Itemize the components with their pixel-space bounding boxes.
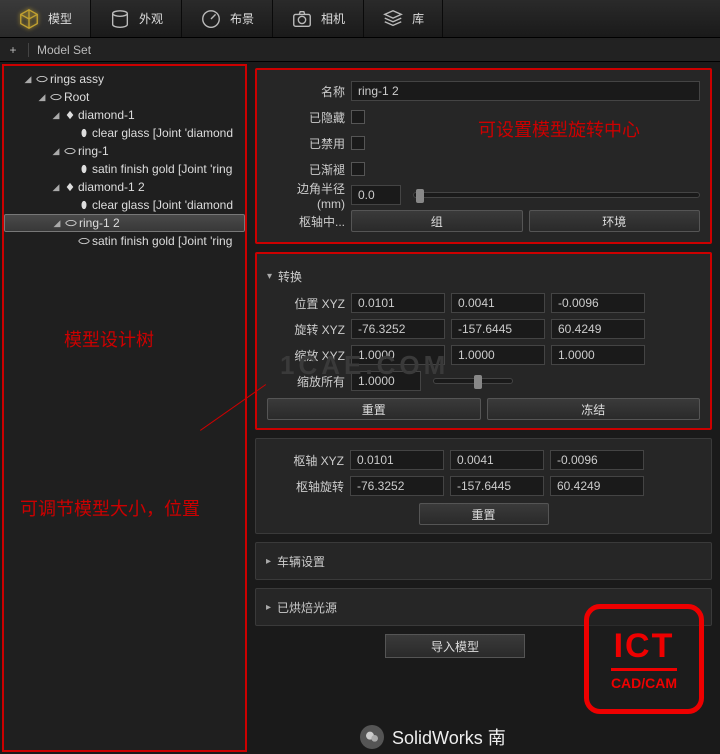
modelset-label[interactable]: Model Set [37,43,91,57]
tree-item[interactable]: clear glass [Joint 'diamond [4,196,245,214]
radius-label: 边角半径 (mm) [267,180,345,211]
name-label: 名称 [267,83,345,100]
tab-label: 布景 [230,10,254,27]
radius-input[interactable] [351,185,401,205]
rot-z[interactable] [551,319,645,339]
scale-y[interactable] [451,345,545,365]
annotation-tree: 模型设计树 [64,326,154,352]
tab-label: 相机 [321,10,345,27]
tree-item[interactable]: satin finish gold [Joint 'ring [4,160,245,178]
radius-slider[interactable] [413,192,700,198]
footer: SolidWorks 南 [360,724,506,750]
pivot-y[interactable] [450,450,544,470]
tab-appearance[interactable]: 外观 [91,0,182,37]
name-panel: 可设置模型旋转中心 名称 已隐藏 已禁用 已渐褪 边角半径 (mm) 枢轴中..… [255,68,712,244]
rot-y[interactable] [451,319,545,339]
tree-item[interactable]: ◢rings assy [4,70,245,88]
pivot-x[interactable] [350,450,444,470]
logo-small: CAD/CAM [611,668,677,691]
ict-logo: ICT CAD/CAM [584,604,704,714]
tab-label: 外观 [139,10,163,27]
tree-item[interactable]: ◢Root [4,88,245,106]
disabled-label: 已禁用 [267,135,345,152]
disabled-checkbox[interactable] [351,136,365,150]
import-model-button[interactable]: 导入模型 [385,634,525,658]
scale-x[interactable] [351,345,445,365]
add-button[interactable]: + [6,43,20,57]
tree-item-selected[interactable]: ◢ring-1 2 [4,214,245,232]
pivot-panel: 枢轴 XYZ 枢轴旋转 重置 [255,438,712,534]
pos-label: 位置 XYZ [267,295,345,312]
tree-item[interactable]: ◢ring-1 [4,142,245,160]
camera-icon [291,8,313,30]
rot-x[interactable] [351,319,445,339]
sub-bar: + Model Set [0,38,720,62]
pos-z[interactable] [551,293,645,313]
logo-big: ICT [614,627,675,666]
tree-item[interactable]: clear glass [Joint 'diamond [4,124,245,142]
rot-label: 旋转 XYZ [267,321,345,338]
tree-item[interactable]: ◢diamond-1 [4,106,245,124]
model-tree: ◢rings assy ◢Root ◢diamond-1 clear glass… [4,70,245,250]
model-tree-panel: ◢rings assy ◢Root ◢diamond-1 clear glass… [2,64,247,752]
tab-camera[interactable]: 相机 [273,0,364,37]
tab-label: 库 [412,10,424,27]
vehicle-section[interactable]: ▸车辆设置 [255,542,712,580]
scale-all-label: 缩放所有 [267,373,345,390]
hidden-checkbox[interactable] [351,110,365,124]
tree-item[interactable]: ◢diamond-1 2 [4,178,245,196]
transform-panel: ▾转换 位置 XYZ 旋转 XYZ 缩放 XYZ 缩放所有 重置 冻结 [255,252,712,430]
name-input[interactable] [351,81,700,101]
reset-button[interactable]: 重置 [267,398,481,420]
group-button[interactable]: 组 [351,210,523,232]
db-icon [109,8,131,30]
scale-all-input[interactable] [351,371,421,391]
faded-checkbox[interactable] [351,162,365,176]
tree-item[interactable]: satin finish gold [Joint 'ring [4,232,245,250]
pivot-reset-button[interactable]: 重置 [419,503,549,525]
stack-icon [382,8,404,30]
hidden-label: 已隐藏 [267,109,345,126]
scale-all-slider[interactable] [433,378,513,384]
pivot-center-label: 枢轴中... [267,213,345,230]
divider [28,43,29,57]
gauge-icon [200,8,222,30]
top-tab-bar: 模型 外观 布景 相机 库 [0,0,720,38]
annotation-adjust: 可调节模型大小，位置 [20,495,200,521]
tab-library[interactable]: 库 [364,0,443,37]
pos-x[interactable] [351,293,445,313]
pos-y[interactable] [451,293,545,313]
wechat-icon [360,725,384,749]
pivot-rot-x[interactable] [350,476,444,496]
freeze-button[interactable]: 冻结 [487,398,701,420]
tab-model[interactable]: 模型 [0,0,91,37]
scale-label: 缩放 XYZ [267,347,345,364]
footer-text: SolidWorks 南 [392,724,506,750]
faded-label: 已渐褪 [267,161,345,178]
env-button[interactable]: 环境 [529,210,701,232]
scale-z[interactable] [551,345,645,365]
transform-header[interactable]: ▾转换 [267,262,700,290]
tab-label: 模型 [48,10,72,27]
tab-layout[interactable]: 布景 [182,0,273,37]
pivot-z[interactable] [550,450,644,470]
pivot-rot-y[interactable] [450,476,544,496]
cube-icon [18,8,40,30]
pivot-rot-z[interactable] [550,476,644,496]
